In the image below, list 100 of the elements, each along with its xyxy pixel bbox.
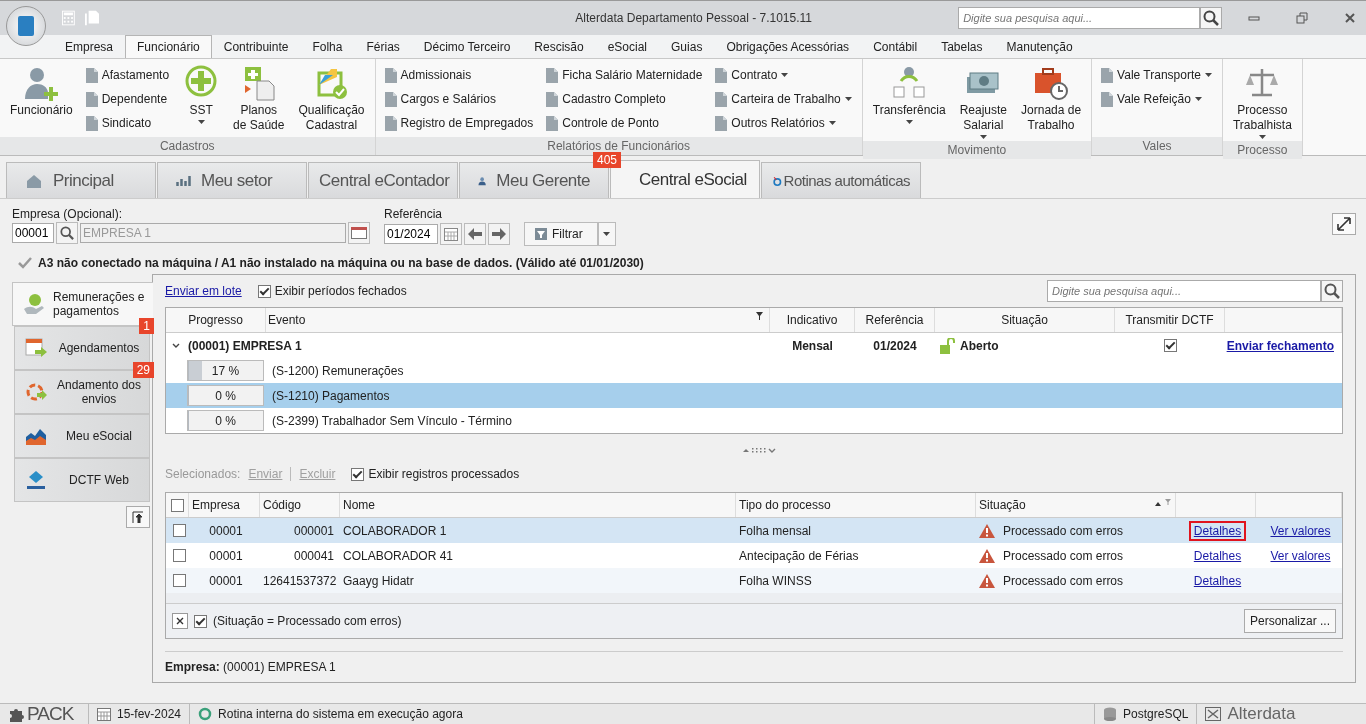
search-field[interactable]: Digite sua pesquisa aqui... — [1047, 280, 1321, 302]
company-code-field[interactable]: 00001 — [12, 223, 54, 243]
column-header[interactable]: Nome — [340, 493, 736, 517]
filter-button[interactable]: Filtrar — [524, 222, 598, 246]
menu-tab[interactable]: Décimo Terceiro — [411, 35, 523, 58]
clear-filter-button[interactable] — [172, 613, 188, 629]
search-button[interactable] — [56, 222, 78, 244]
table-row[interactable]: 00001 000001 COLABORADOR 1 Folha mensal Processado com erros Detalhes Ver valores — [166, 518, 1342, 543]
details-link[interactable]: Detalhes — [1188, 545, 1247, 566]
menu-tab[interactable]: Tabelas — [929, 35, 995, 58]
ribbon-button[interactable]: Jornada de Trabalho — [1015, 63, 1088, 135]
ribbon-button[interactable]: Funcionário — [4, 63, 79, 120]
customize-button[interactable]: Personalizar ... — [1243, 609, 1336, 633]
view-values-link[interactable]: Ver valores — [1265, 545, 1336, 566]
previous-button[interactable] — [464, 223, 486, 245]
reference-field[interactable]: 01/2024 — [384, 224, 438, 244]
ribbon-button[interactable]: Reajuste Salarial — [953, 63, 1014, 141]
table-row[interactable]: 0 % (S-1210) Pagamentos — [166, 383, 1342, 408]
footer-text: Empresa: (00001) EMPRESA 1 — [165, 660, 336, 674]
menu-tab[interactable]: eSocial — [595, 35, 660, 58]
ribbon-button[interactable]: SST — [177, 63, 226, 126]
document-icon — [84, 67, 98, 83]
side-tab[interactable]: DCTF Web — [14, 458, 150, 502]
column-header[interactable]: Referência — [855, 308, 935, 332]
ribbon-button[interactable]: Vale Transporte — [1096, 63, 1218, 87]
menu-tab[interactable]: Funcionário — [125, 35, 212, 58]
ribbon-button[interactable]: Contrato — [710, 63, 858, 87]
side-tab[interactable]: Meu eSocial — [14, 414, 150, 458]
details-link[interactable]: Detalhes — [1188, 520, 1247, 541]
view-values-link[interactable]: Ver valores — [1265, 520, 1336, 541]
menu-tab[interactable]: Férias — [354, 35, 412, 58]
checkbox[interactable] — [194, 614, 207, 628]
document-tab[interactable]: Meu setor — [157, 162, 307, 198]
column-header[interactable]: Evento — [266, 308, 770, 332]
ribbon-button[interactable]: Transferência — [866, 63, 952, 126]
menu-tab[interactable]: Manutenção — [994, 35, 1085, 58]
checkbox[interactable] — [172, 524, 186, 537]
ribbon-button[interactable]: Planos de Saúde — [227, 63, 291, 135]
checkbox-box[interactable] — [351, 467, 365, 481]
document-icon — [84, 91, 98, 107]
column-header[interactable]: Indicativo — [770, 308, 855, 332]
menu-tab[interactable]: Guias — [659, 35, 715, 58]
column-header[interactable]: Código — [260, 493, 340, 517]
calendar-icon — [444, 227, 458, 241]
chevron-down-icon[interactable] — [172, 342, 180, 349]
table-row[interactable]: 00001 12641537372 Gaayg Hidatr Folha WINSS Processado com erros Detalhes — [166, 568, 1342, 593]
search-button[interactable] — [1199, 7, 1222, 29]
calendar-button[interactable] — [440, 223, 462, 245]
column-header[interactable]: Empresa — [189, 493, 260, 517]
checkbox[interactable] — [172, 574, 186, 587]
document-tab[interactable]: Rotinas automáticas — [761, 162, 921, 198]
table-row[interactable]: 17 % (S-1200) Remunerações — [166, 358, 1342, 383]
ribbon-group-title: Processo — [1222, 141, 1302, 159]
menu-tab[interactable]: Obrigações Acessórias — [714, 35, 862, 58]
send-batch-link[interactable]: Enviar em lote — [165, 284, 242, 298]
checkbox[interactable]: Exibir registros processados — [351, 467, 520, 481]
document-tab[interactable]: Principal — [6, 162, 156, 198]
table-row[interactable]: 00001 000041 COLABORADOR 41 Antecipação de Férias Processado com erros Detalhes Ver valores — [166, 543, 1342, 568]
ribbon-button[interactable]: Outros Relatórios — [710, 111, 858, 135]
ribbon-button[interactable]: Admissionais — [379, 63, 540, 87]
ribbon-button[interactable]: Carteira de Trabalho — [710, 87, 858, 111]
collapse-button[interactable] — [126, 506, 150, 528]
send-closing-link[interactable]: Enviar fechamento — [1225, 338, 1342, 353]
table-cell-text: 00001 — [208, 548, 244, 563]
search-button[interactable] — [1321, 280, 1343, 302]
ribbon-button[interactable]: Processo Trabalhista — [1226, 63, 1298, 141]
checkbox[interactable]: Exibir períodos fechados — [257, 284, 407, 298]
ribbon-button[interactable]: Sindicato — [80, 111, 176, 135]
app-logo-icon[interactable] — [6, 6, 46, 46]
table-row[interactable]: 0 % (S-2399) Trabalhador Sem Vínculo - Término — [166, 408, 1342, 433]
column-header[interactable]: Progresso — [166, 308, 266, 332]
checkbox-box[interactable] — [257, 284, 271, 298]
next-button[interactable] — [488, 223, 510, 245]
ribbon-button[interactable]: Qualificação Cadastral — [292, 63, 371, 135]
ribbon-button[interactable]: Vale Refeição — [1096, 87, 1218, 111]
checkbox[interactable] — [1163, 339, 1177, 352]
menu-tab[interactable]: Folha — [300, 35, 355, 58]
table-button[interactable] — [348, 222, 370, 244]
ribbon-button[interactable]: Registro de Empregados — [379, 111, 540, 135]
ribbon-button[interactable]: Afastamento — [80, 63, 176, 87]
checkbox[interactable] — [172, 549, 186, 562]
menu-tab[interactable]: Rescisão — [522, 35, 596, 58]
checkbox[interactable] — [170, 498, 184, 512]
column-header[interactable]: Transmitir DCTF — [1115, 308, 1225, 332]
menu-tab[interactable]: Empresa — [53, 35, 126, 58]
details-link[interactable]: Detalhes — [1188, 570, 1247, 591]
menu-tab[interactable]: Contábil — [861, 35, 930, 58]
menu-tab[interactable]: Contribuinte — [211, 35, 301, 58]
column-header[interactable]: Situação — [935, 308, 1115, 332]
column-header[interactable]: Tipo do processo — [736, 493, 976, 517]
document-tab[interactable]: Central eContador — [308, 162, 458, 198]
ribbon-button[interactable]: Cadastro Completo — [541, 87, 709, 111]
column-header[interactable]: Situação — [976, 493, 1176, 517]
ribbon-button[interactable]: Ficha Salário Maternidade — [541, 63, 709, 87]
ribbon-button[interactable]: Dependente — [80, 87, 176, 111]
expand-button[interactable] — [1332, 213, 1356, 235]
search-field[interactable]: Digite sua pesquisa aqui... — [958, 7, 1200, 29]
ribbon-button[interactable]: Controle de Ponto — [541, 111, 709, 135]
splitter-handle-icon[interactable] — [743, 446, 777, 454]
ribbon-button[interactable]: Cargos e Salários — [379, 87, 540, 111]
